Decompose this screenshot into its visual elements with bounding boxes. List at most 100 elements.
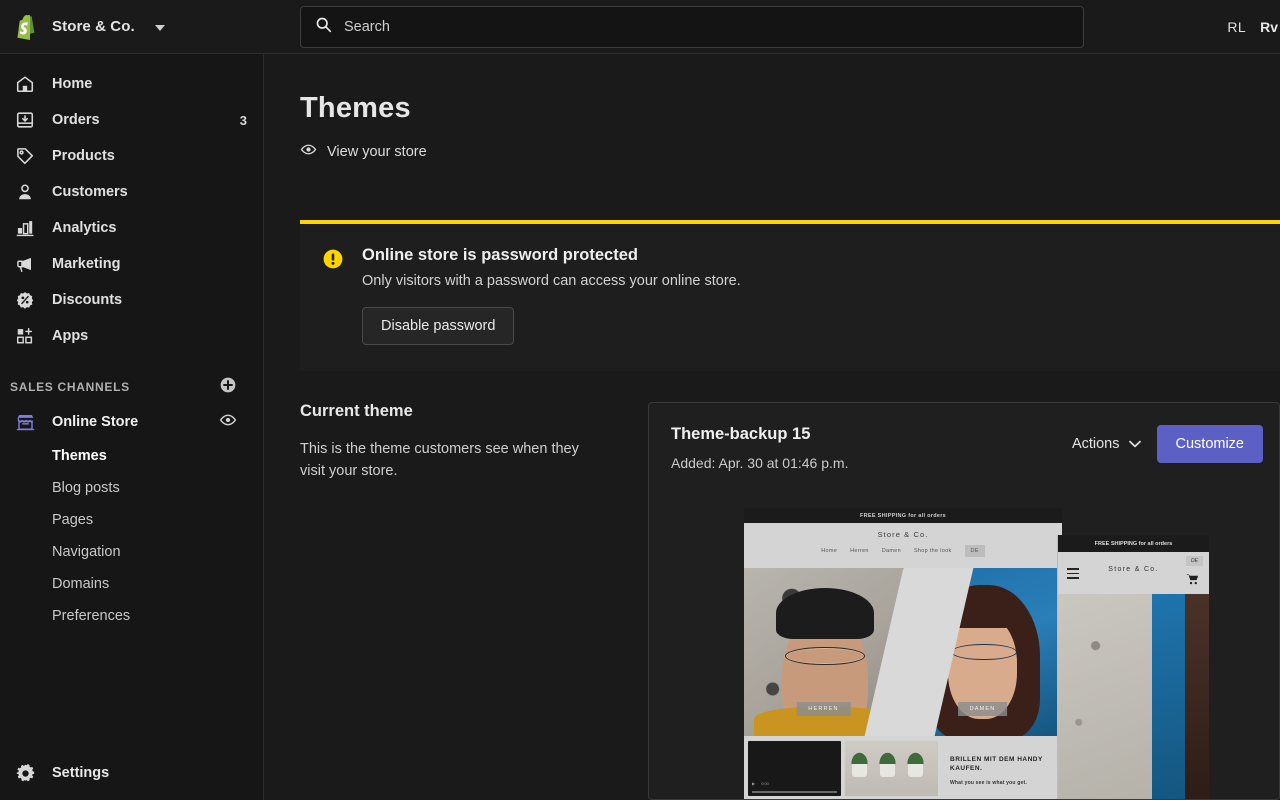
avatar[interactable]: RL [1227, 19, 1246, 35]
shopify-bag-icon [14, 13, 40, 41]
mobile-hero-left [1058, 594, 1152, 799]
search-icon [315, 16, 332, 38]
preview-product-photo [845, 741, 938, 796]
apps-grid-plus-icon [14, 325, 36, 347]
sidebar-item-blog-posts[interactable]: Blog posts [0, 472, 263, 504]
sidebar-item-label: Preferences [52, 608, 131, 624]
sidebar-item-label: Customers [52, 184, 128, 200]
sidebar-item-discounts[interactable]: Discounts [0, 282, 263, 318]
video-controls: ▶ 0:00 [752, 781, 837, 786]
theme-preview[interactable]: FREE SHIPPING for all orders Store & Co.… [744, 508, 1279, 799]
actions-dropdown[interactable]: Actions [1070, 430, 1143, 458]
sidebar-item-online-store[interactable]: Online Store [0, 404, 263, 440]
sidebar-item-settings[interactable]: Settings [0, 754, 264, 792]
sidebar-item-label: Apps [52, 328, 89, 344]
shopify-admin-window: Store & Co. Search RL Rv Home Orders 3 P… [0, 0, 1280, 800]
preview-headline: BRILLEN MIT DEM HANDY KAUFEN. [950, 756, 1043, 773]
mobile-hero-far [1184, 594, 1209, 799]
banner-title: Online store is password protected [362, 246, 638, 264]
search-placeholder: Search [344, 18, 390, 35]
sidebar-item-label: Home [52, 76, 93, 92]
store-switcher[interactable]: Store & Co. [0, 13, 264, 41]
search-input[interactable]: Search [300, 5, 1084, 48]
top-bar-right: RL Rv [1227, 0, 1280, 54]
current-theme-description: This is the theme customers see when the… [300, 441, 579, 479]
current-theme-section: Current theme This is the theme customer… [300, 402, 1280, 800]
sidebar-item-label: Discounts [52, 292, 123, 308]
sidebar-item-label: Online Store [52, 414, 139, 430]
online-store-icon [14, 411, 36, 433]
customize-button[interactable]: Customize [1156, 425, 1263, 463]
sales-channels-header: SALES CHANNELS [0, 370, 263, 404]
top-bar: Store & Co. Search RL Rv [0, 0, 1280, 54]
marketing-megaphone-icon [14, 253, 36, 275]
eye-icon [300, 141, 317, 163]
sidebar-item-label: Products [52, 148, 115, 164]
orders-inbox-icon [14, 109, 36, 131]
preview-store-header: Store & Co. Home Herren Damen Shop the l… [744, 523, 1062, 568]
preview-video-player: ▶ 0:00 [748, 741, 841, 796]
theme-card-header: Theme-backup 15 Added: Apr. 30 at 01:46 … [649, 403, 1279, 471]
sidebar: Home Orders 3 Products Customers Analyti… [0, 54, 264, 800]
sidebar-item-preferences[interactable]: Preferences [0, 600, 263, 632]
theme-preview-mobile: FREE SHIPPING for all orders Store & Co.… [1057, 535, 1209, 799]
banner-text: Only visitors with a password can access… [362, 273, 741, 289]
theme-meta: Theme-backup 15 Added: Apr. 30 at 01:46 … [671, 425, 848, 471]
sidebar-item-home[interactable]: Home [0, 66, 263, 102]
chevron-down-icon [1128, 436, 1141, 452]
sidebar-item-label: Marketing [52, 256, 121, 272]
sidebar-item-orders[interactable]: Orders 3 [0, 102, 263, 138]
preview-subheadline: What you see is what you get. [950, 779, 1027, 786]
sidebar-item-label: Domains [52, 576, 110, 592]
mobile-hero-right [1151, 594, 1185, 799]
view-your-store-label: View your store [327, 144, 427, 160]
sidebar-item-pages[interactable]: Pages [0, 504, 263, 536]
user-name-label[interactable]: Rv [1260, 19, 1278, 35]
sidebar-item-customers[interactable]: Customers [0, 174, 263, 210]
password-protected-banner: Online store is password protected Only … [300, 220, 1280, 371]
preview-nav-item: Damen [881, 548, 901, 554]
preview-promo-bar: FREE SHIPPING for all orders [744, 508, 1062, 523]
sidebar-item-label: Blog posts [52, 480, 120, 496]
preview-nav-item: Shop the look [913, 548, 952, 554]
preview-nav: Home Herren Damen Shop the look DE [744, 545, 1062, 557]
theme-name: Theme-backup 15 [671, 425, 811, 443]
chevron-down-icon [154, 24, 165, 31]
gear-icon [14, 762, 36, 784]
plus-circle-icon[interactable] [219, 376, 237, 399]
preview-copy-block: BRILLEN MIT DEM HANDY KAUFEN. What you s… [942, 741, 1058, 796]
orders-badge: 3 [239, 112, 247, 128]
sales-channels-title: SALES CHANNELS [10, 380, 130, 394]
mobile-language-selector: DE [1186, 556, 1203, 566]
products-tag-icon [14, 145, 36, 167]
preview-hero: HERREN DAMEN [744, 568, 1062, 736]
sidebar-item-products[interactable]: Products [0, 138, 263, 174]
disable-password-button[interactable]: Disable password [362, 307, 515, 345]
discounts-percent-icon [14, 289, 36, 311]
sidebar-item-label: Analytics [52, 220, 117, 236]
preview-language-selector: DE [964, 545, 985, 557]
plant-pot [906, 750, 926, 778]
theme-added-date: Added: Apr. 30 at 01:46 p.m. [671, 455, 849, 471]
sidebar-item-analytics[interactable]: Analytics [0, 210, 263, 246]
sidebar-item-label: Themes [52, 448, 107, 464]
sidebar-item-navigation[interactable]: Navigation [0, 536, 263, 568]
sidebar-item-domains[interactable]: Domains [0, 568, 263, 600]
home-icon [14, 73, 36, 95]
mobile-store-header: Store & Co. DE [1058, 552, 1209, 594]
plant-pot [850, 750, 870, 778]
actions-label: Actions [1071, 436, 1120, 452]
model-beanie [775, 588, 875, 639]
current-theme-card: Theme-backup 15 Added: Apr. 30 at 01:46 … [648, 402, 1280, 800]
preview-bottom-section: ▶ 0:00 BRILLEN MIT DEM HANDY KAUFEN. Wha… [744, 736, 1062, 799]
eye-icon[interactable] [219, 411, 237, 434]
warning-exclamation-icon [322, 248, 344, 345]
sidebar-item-label: Navigation [52, 544, 121, 560]
sidebar-item-themes[interactable]: Themes [0, 440, 263, 472]
sidebar-item-marketing[interactable]: Marketing [0, 246, 263, 282]
sidebar-item-apps[interactable]: Apps [0, 318, 263, 354]
view-your-store-link[interactable]: View your store [300, 141, 427, 163]
banner-body: Online store is password protected Only … [362, 246, 741, 345]
preview-store-name: Store & Co. [877, 530, 929, 539]
store-name-label: Store & Co. [52, 18, 135, 35]
